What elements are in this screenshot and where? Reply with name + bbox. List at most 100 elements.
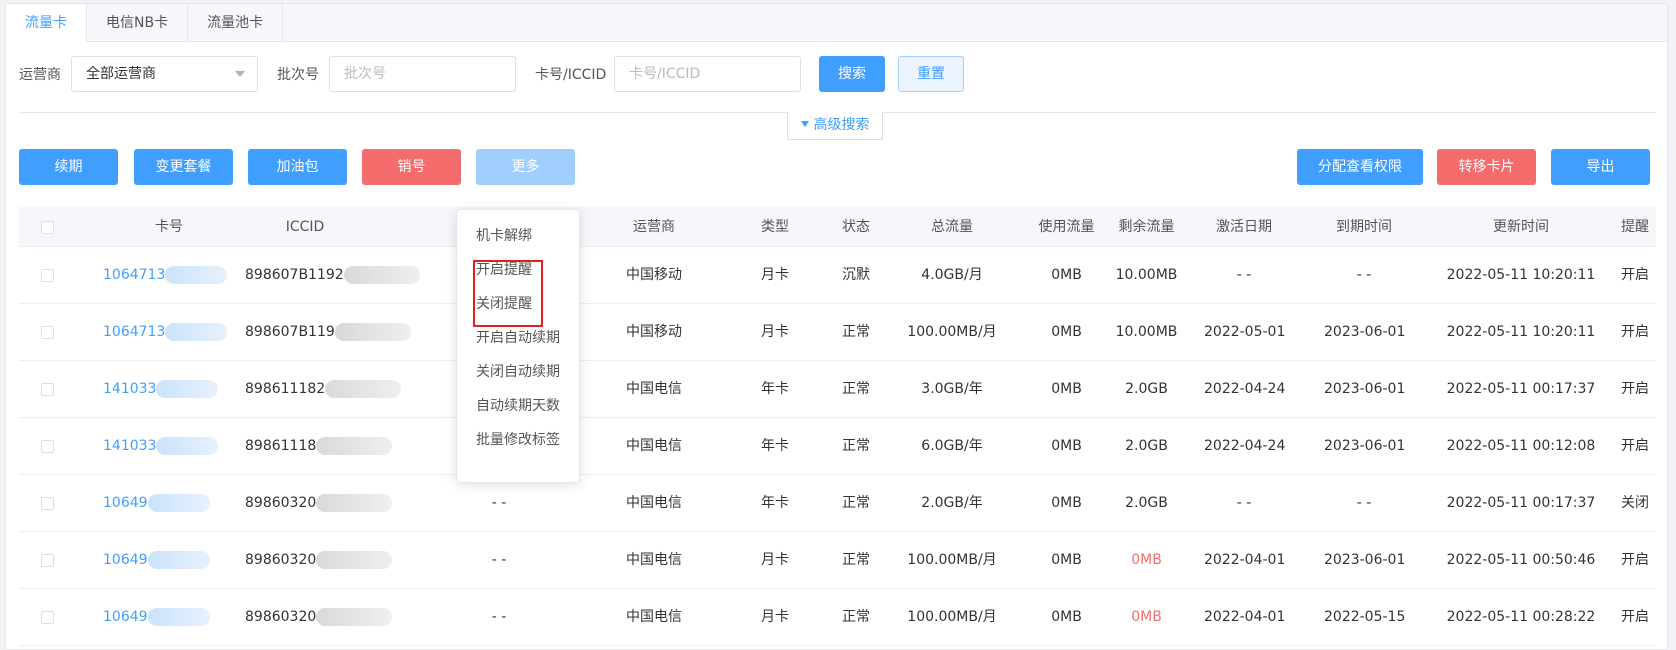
- status-cell: 正常: [842, 381, 870, 397]
- iccid-cell: 898607B119: [245, 304, 425, 361]
- row-checkbox[interactable]: [41, 554, 54, 567]
- used-cell: 0MB: [1051, 495, 1082, 511]
- select-all-checkbox[interactable]: [41, 221, 54, 234]
- cancel-number-button[interactable]: 销号: [362, 149, 461, 185]
- table-row: 1064713 898607B1192 中国移动 月卡 沉默 4.0GB/月 0MB 10.0…: [19, 247, 1656, 304]
- operator-cell: 中国电信: [626, 381, 682, 397]
- row-checkbox[interactable]: [41, 383, 54, 396]
- advanced-search-toggle[interactable]: 高级搜索: [787, 112, 883, 140]
- table-row: 10649 89860320 - - 中国电信 月卡 正常 100.00MB/月 0MB 0MB…: [19, 532, 1656, 589]
- change-plan-button[interactable]: 变更套餐: [134, 149, 233, 185]
- iccid-prefix: 898611182: [245, 381, 326, 397]
- tag-cell: - -: [491, 495, 507, 511]
- menu-item-enable-auto-renew[interactable]: 开启自动续期: [476, 328, 560, 348]
- remain-cell: 2.0GB: [1125, 438, 1168, 454]
- batch-input[interactable]: [329, 56, 516, 92]
- masked-iccid-digits: [316, 494, 393, 512]
- table-row: 10649 89860320 - - 中国电信 月卡 正常 100.00MB/月 0MB 0MB…: [19, 589, 1656, 646]
- header-used: 使用流量: [1038, 219, 1095, 235]
- masked-iccid-digits: [325, 380, 402, 398]
- more-button[interactable]: 更多: [476, 149, 575, 185]
- type-cell: 年卡: [761, 495, 789, 511]
- card-number-link[interactable]: 10649: [103, 495, 148, 511]
- iccid-cell: 89860320: [245, 475, 425, 532]
- used-cell: 0MB: [1051, 552, 1082, 568]
- activated-cell: 2022-04-24: [1204, 381, 1286, 397]
- reset-button[interactable]: 重置: [898, 56, 964, 92]
- tag-cell: - -: [491, 609, 507, 625]
- iccid-prefix: 898607B1192: [245, 267, 344, 283]
- menu-item-disable-auto-renew[interactable]: 关闭自动续期: [476, 362, 560, 382]
- caret-down-icon: [800, 121, 809, 127]
- remain-cell: 2.0GB: [1125, 381, 1168, 397]
- assign-permission-button[interactable]: 分配查看权限: [1297, 149, 1423, 185]
- row-checkbox[interactable]: [41, 611, 54, 624]
- masked-iccid-digits: [316, 437, 393, 455]
- addon-button[interactable]: 加油包: [248, 149, 347, 185]
- iccid-prefix: 898607B119: [245, 324, 335, 340]
- export-button[interactable]: 导出: [1551, 149, 1650, 185]
- card-number-link[interactable]: 1064713: [103, 267, 165, 283]
- menu-item-unbind[interactable]: 机卡解绑: [476, 226, 532, 246]
- expire-cell: 2023-06-01: [1324, 438, 1406, 454]
- tab-bar: 流量卡 电信NB卡 流量池卡: [6, 4, 1667, 43]
- updated-cell: 2022-05-11 00:17:37: [1446, 381, 1596, 397]
- header-remain: 剩余流量: [1118, 219, 1175, 235]
- header-total: 总流量: [931, 219, 973, 235]
- advanced-search-label: 高级搜索: [813, 117, 870, 133]
- card-number-link[interactable]: 10649: [103, 552, 148, 568]
- table-header: 卡号 ICCID 运营商 类型 状态 总流量 使用流量 剩余流量 激活日期 到期…: [19, 207, 1656, 247]
- type-cell: 月卡: [761, 324, 789, 340]
- updated-cell: 2022-05-11 00:50:46: [1446, 552, 1596, 568]
- remind-cell: 开启: [1621, 381, 1649, 397]
- card-number-link[interactable]: 1064713: [103, 324, 165, 340]
- status-cell: 正常: [842, 438, 870, 454]
- iccid-cell: 89860320: [245, 532, 425, 589]
- header-operator: 运营商: [633, 219, 675, 235]
- row-checkbox[interactable]: [41, 497, 54, 510]
- operator-select[interactable]: 全部运营商: [71, 56, 258, 92]
- remain-cell: 10.00MB: [1115, 324, 1178, 340]
- used-cell: 0MB: [1051, 267, 1082, 283]
- masked-card-digits: [147, 608, 210, 626]
- card-number-link[interactable]: 10649: [103, 609, 148, 625]
- card-number-cell: 141033: [103, 418, 243, 475]
- row-checkbox[interactable]: [41, 440, 54, 453]
- used-cell: 0MB: [1051, 324, 1082, 340]
- masked-card-digits: [147, 551, 210, 569]
- header-type: 类型: [761, 219, 789, 235]
- header-iccid: ICCID: [285, 219, 325, 235]
- remain-cell: 0MB: [1131, 609, 1162, 625]
- remind-cell: 开启: [1621, 552, 1649, 568]
- remind-cell: 开启: [1621, 438, 1649, 454]
- renew-button[interactable]: 续期: [19, 149, 118, 185]
- status-cell: 正常: [842, 609, 870, 625]
- row-checkbox[interactable]: [41, 326, 54, 339]
- masked-iccid-digits: [343, 266, 420, 284]
- expire-cell: - -: [1356, 495, 1372, 511]
- filter-row: 运营商 全部运营商 批次号 卡号/ICCID 搜索 重置: [6, 56, 1667, 94]
- masked-card-digits: [156, 380, 219, 398]
- transfer-card-button[interactable]: 转移卡片: [1437, 149, 1536, 185]
- tab-traffic-pool-card[interactable]: 流量池卡: [188, 4, 284, 41]
- menu-item-auto-renew-days[interactable]: 自动续期天数: [476, 396, 560, 416]
- tab-telecom-nb-card[interactable]: 电信NB卡: [87, 4, 189, 41]
- remind-cell: 开启: [1621, 324, 1649, 340]
- header-updated: 更新时间: [1493, 219, 1549, 235]
- total-cell: 6.0GB/年: [921, 438, 983, 454]
- card-number-link[interactable]: 141033: [103, 381, 156, 397]
- menu-item-batch-edit-tags[interactable]: 批量修改标签: [476, 430, 560, 450]
- row-checkbox[interactable]: [41, 269, 54, 282]
- operator-cell: 中国电信: [626, 495, 682, 511]
- card-number-link[interactable]: 141033: [103, 438, 156, 454]
- operator-cell: 中国移动: [626, 267, 682, 283]
- iccid-prefix: 89860320: [245, 609, 317, 625]
- card-iccid-input[interactable]: [614, 56, 801, 92]
- header-status: 状态: [842, 219, 870, 235]
- iccid-prefix: 89860320: [245, 552, 317, 568]
- header-expire: 到期时间: [1336, 219, 1392, 235]
- tab-traffic-card[interactable]: 流量卡: [6, 4, 87, 43]
- total-cell: 3.0GB/年: [921, 381, 983, 397]
- used-cell: 0MB: [1051, 381, 1082, 397]
- search-button[interactable]: 搜索: [819, 56, 885, 92]
